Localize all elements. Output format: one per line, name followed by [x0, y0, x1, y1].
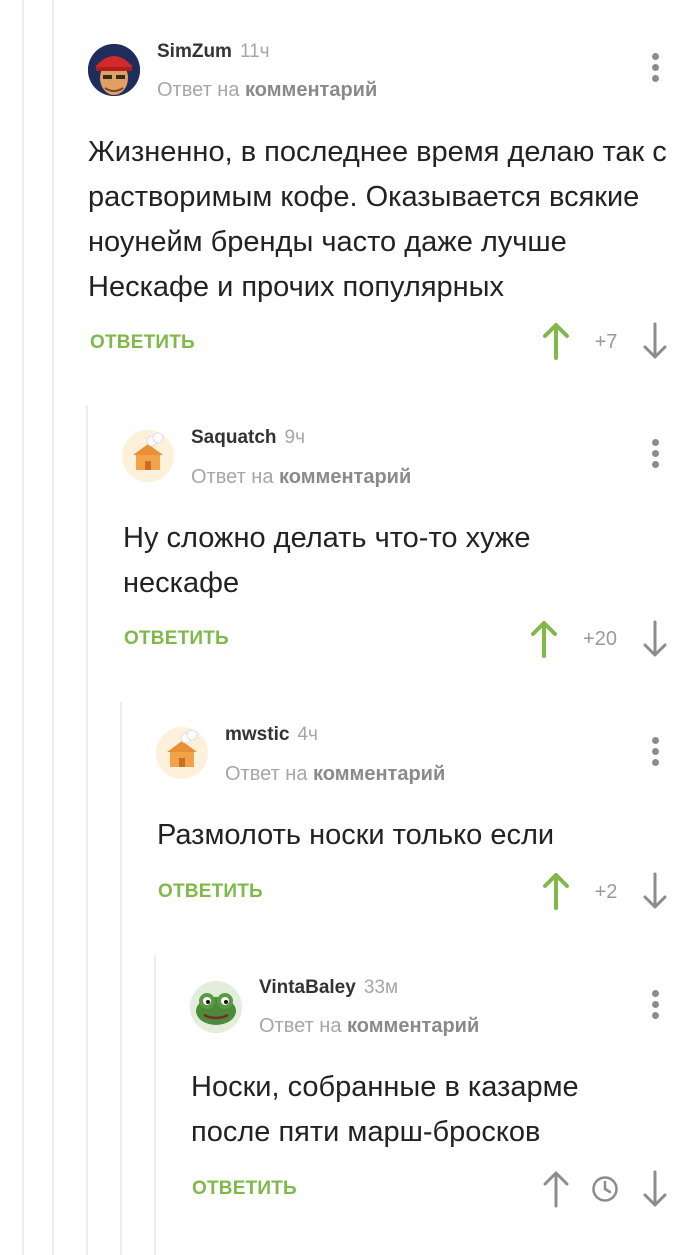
author-name[interactable]: SimZum [157, 41, 232, 62]
comment-text: Носки, собранные в казарме после пяти ма… [191, 1071, 579, 1148]
reply-prefix: Ответ на [191, 466, 274, 488]
thread-line [120, 702, 122, 1255]
comment-text: Размолоть носки только если [157, 819, 555, 851]
rating-value: +20 [583, 628, 617, 650]
thread-line [86, 405, 88, 1255]
author-name[interactable]: VintaBaley [259, 977, 356, 998]
comment-time: 4ч [297, 724, 318, 745]
comment-text: Жизненно, в последнее время делаю так с … [88, 136, 667, 303]
downvote-icon[interactable] [642, 322, 668, 360]
upvote-icon[interactable] [542, 322, 570, 360]
more-menu-icon[interactable] [645, 987, 665, 1023]
comment-time: 33м [363, 977, 399, 998]
reply-to-line: Ответ на комментарий [225, 763, 445, 786]
rating-value: +2 [594, 881, 618, 903]
reply-prefix: Ответ на [225, 763, 308, 785]
more-menu-icon[interactable] [645, 50, 665, 86]
reply-button[interactable]: ОТВЕТИТЬ [192, 1178, 297, 1200]
author-name[interactable]: Saquatch [191, 427, 277, 448]
reply-target-link[interactable]: комментарий [313, 763, 445, 785]
downvote-icon[interactable] [642, 1170, 668, 1208]
clock-icon [592, 1176, 618, 1202]
comment-text: Ну сложно делать что-то хуже нескафе [123, 522, 531, 599]
downvote-icon[interactable] [642, 620, 668, 658]
reply-prefix: Ответ на [157, 79, 240, 101]
thread-line [52, 0, 54, 1255]
avatar[interactable] [122, 430, 174, 482]
thread-line [22, 0, 24, 1255]
rating-value: +7 [594, 331, 618, 353]
avatar[interactable] [190, 981, 242, 1033]
reply-target-link[interactable]: комментарий [245, 79, 377, 101]
reply-target-link[interactable]: комментарий [279, 466, 411, 488]
upvote-icon[interactable] [542, 1170, 570, 1208]
reply-to-line: Ответ на комментарий [191, 466, 411, 489]
avatar[interactable] [88, 44, 140, 96]
upvote-icon[interactable] [530, 620, 558, 658]
comment-author[interactable]: VintaBaley 33м [259, 977, 398, 999]
reply-to-line: Ответ на комментарий [259, 1015, 479, 1038]
reply-to-line: Ответ на комментарий [157, 79, 377, 102]
more-menu-icon[interactable] [645, 734, 665, 770]
avatar[interactable] [156, 727, 208, 779]
reply-button[interactable]: ОТВЕТИТЬ [124, 628, 229, 650]
upvote-icon[interactable] [542, 872, 570, 910]
comment-author[interactable]: mwstic 4ч [225, 724, 318, 746]
reply-prefix: Ответ на [259, 1015, 342, 1037]
reply-target-link[interactable]: комментарий [347, 1015, 479, 1037]
comment-time: 9ч [284, 427, 305, 448]
reply-button[interactable]: ОТВЕТИТЬ [158, 881, 263, 903]
thread-line [154, 955, 156, 1255]
reply-button[interactable]: ОТВЕТИТЬ [90, 332, 195, 354]
comment-author[interactable]: SimZum 11ч [157, 41, 270, 63]
more-menu-icon[interactable] [645, 436, 665, 472]
author-name[interactable]: mwstic [225, 724, 289, 745]
comment-time: 11ч [239, 41, 270, 62]
comment-author[interactable]: Saquatch 9ч [191, 427, 305, 449]
downvote-icon[interactable] [642, 872, 668, 910]
